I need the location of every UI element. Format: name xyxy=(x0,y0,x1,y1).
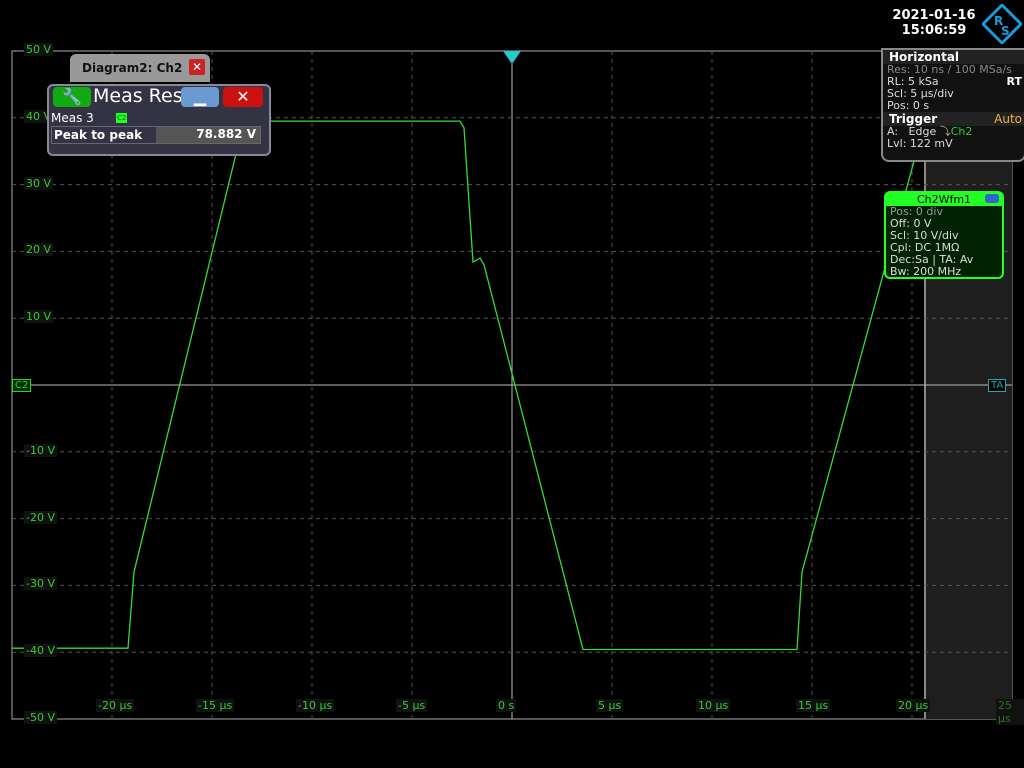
x-tick-label: 10 µs xyxy=(696,699,731,712)
y-tick-label: 30 V xyxy=(24,176,54,190)
measurement-param: Peak to peak xyxy=(54,128,143,142)
y-tick-label: -40 V xyxy=(24,644,57,658)
x-tick-label: 5 µs xyxy=(596,699,624,712)
trigger-header: Trigger Auto xyxy=(883,112,1024,126)
x-tick-label: 20 µs xyxy=(896,699,931,712)
y-tick-label: -10 V xyxy=(24,443,57,457)
y-tick-label: -50 V xyxy=(24,711,57,724)
rt-badge: RT xyxy=(1006,75,1022,88)
x-tick-label: -15 µs xyxy=(196,699,235,712)
oscilloscope-screen: 50 V 40 V 30 V 20 V 10 V -10 V -20 V -30 V -40 V… xyxy=(0,0,1024,768)
close-button[interactable]: ✕ xyxy=(223,87,263,107)
trigger-source: Ch2 xyxy=(950,125,973,138)
date: 2021-01-16 xyxy=(892,8,976,23)
svg-text:S: S xyxy=(1001,24,1010,38)
x-tick-label: -10 µs xyxy=(296,699,335,712)
horizontal-trigger-panel[interactable]: Horizontal Res: 10 ns / 100 MSa/s RL: 5 … xyxy=(881,48,1024,162)
settings-wrench-button[interactable]: 🔧 xyxy=(53,87,91,107)
time: 15:06:59 xyxy=(901,23,967,38)
datetime: 2021-01-16 15:06:59 xyxy=(884,8,984,38)
horizontal-position: Pos: 0 s xyxy=(887,99,930,112)
x-tick-label: 0 s xyxy=(496,699,517,712)
rs-logo-icon: RS xyxy=(982,4,1022,44)
x-tick-label: 25 µs xyxy=(996,699,1024,725)
y-tick-label: -20 V xyxy=(24,510,57,524)
channel-bandwidth: Bw: 200 MHz xyxy=(890,265,962,278)
trigger-mode: Auto xyxy=(994,112,1022,126)
x-tick-label: 15 µs xyxy=(796,699,831,712)
minimize-button[interactable]: ▁ xyxy=(181,87,219,107)
minimize-icon[interactable] xyxy=(985,194,999,203)
measurement-row: Peak to peak 78.882 V xyxy=(51,126,261,144)
source-badge: C2 xyxy=(116,113,128,123)
x-tick-label: -5 µs xyxy=(396,699,428,712)
y-tick-label: 20 V xyxy=(24,243,54,257)
measurement-name: Meas 3 xyxy=(51,111,94,125)
measurement-result-dialog[interactable]: 🔧 Meas Res ▁ ✕ Meas 3 C2 Peak to peak 78… xyxy=(47,84,271,156)
trigger-title: Trigger xyxy=(889,112,938,126)
diagram-title: Diagram2: Ch2 xyxy=(82,61,183,75)
y-tick-label: -30 V xyxy=(24,577,57,591)
measurement-value: 78.882 V xyxy=(156,127,260,143)
trigger-level-marker[interactable]: TA xyxy=(988,379,1007,392)
channel-info-panel[interactable]: Ch2Wfm1 Pos: 0 div Off: 0 V Scl: 10 V/di… xyxy=(884,191,1004,279)
horizontal-header: Horizontal xyxy=(883,50,1024,64)
y-tick-label: 50 V xyxy=(24,43,54,56)
channel-marker[interactable]: C2 xyxy=(12,379,32,392)
y-tick-label: 10 V xyxy=(24,310,54,324)
diagram-tab[interactable]: Diagram2: Ch2 ✕ xyxy=(70,54,210,82)
trigger-level: Lvl: 122 mV xyxy=(887,137,953,150)
close-diagram-icon[interactable]: ✕ xyxy=(189,59,205,75)
meas-result-title: Meas Res xyxy=(93,85,183,107)
x-tick-label: -20 µs xyxy=(96,699,135,712)
